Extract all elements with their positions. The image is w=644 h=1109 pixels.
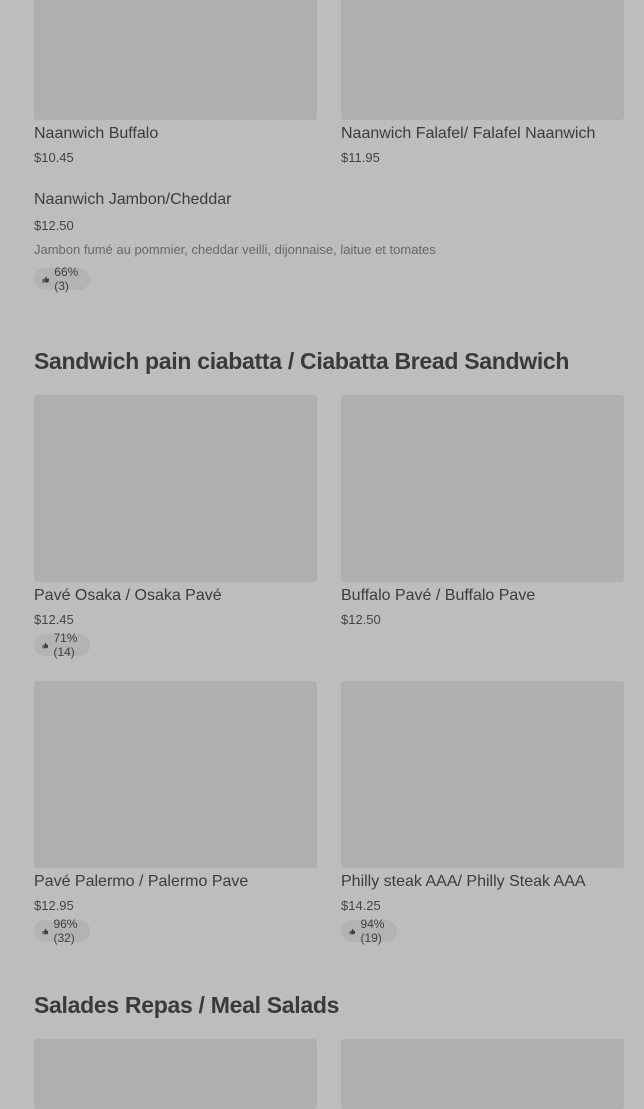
thumbs-up-icon [42, 275, 50, 283]
menu-item-name: Naanwich Falafel/ Falafel Naanwich [341, 125, 596, 142]
menu-item-name: Philly steak AAA/ Philly Steak AAA [341, 873, 586, 890]
thumbs-up-icon [42, 928, 49, 934]
menu-item-image [34, 395, 317, 582]
thumbs-up-icon [42, 642, 49, 648]
rating-badge: 66% (3) [34, 265, 91, 293]
menu-item-image [34, 1039, 317, 1109]
rating-text: 71% (14) [53, 631, 78, 659]
menu-item-name: Naanwich Jambon/Cheddar [34, 191, 232, 208]
rating-text: 96% (32) [53, 917, 78, 945]
rating-badge: 94% (19) [341, 917, 398, 945]
section-title: Sandwich pain ciabatta / Ciabatta Bread … [34, 348, 570, 374]
menu-item-name: Pavé Osaka / Osaka Pavé [34, 587, 222, 604]
menu-item-image [341, 681, 624, 868]
menu-item-price: $12.45 [34, 612, 74, 627]
menu-item-name: Naanwich Buffalo [34, 125, 159, 142]
rating-text: 94% (19) [360, 917, 385, 945]
menu-item-description: Jambon fumé au pommier, cheddar veilli, … [34, 242, 436, 257]
menu-item-name: Pavé Palermo / Palermo Pave [34, 873, 249, 890]
menu-item-image [341, 1039, 624, 1109]
menu-item-price: $12.50 [341, 612, 381, 627]
menu-item-price: $14.25 [341, 898, 381, 913]
rating-badge: 71% (14) [34, 631, 91, 659]
menu-item-price: $10.45 [34, 150, 74, 165]
menu-item-price: $12.95 [34, 898, 74, 913]
section-title: Salades Repas / Meal Salads [34, 992, 340, 1018]
menu-item-price: $12.50 [34, 218, 74, 233]
menu-item-name: Buffalo Pavé / Buffalo Pave [341, 587, 536, 604]
menu-item-image [341, 0, 624, 120]
menu-item-image [34, 681, 317, 868]
rating-badge: 96% (32) [34, 917, 91, 945]
thumbs-up-icon [349, 928, 356, 934]
menu-item-image [34, 0, 317, 120]
menu-item-price: $11.95 [341, 150, 380, 165]
rating-text: 66% (3) [54, 265, 79, 293]
menu-item-image [341, 395, 624, 582]
